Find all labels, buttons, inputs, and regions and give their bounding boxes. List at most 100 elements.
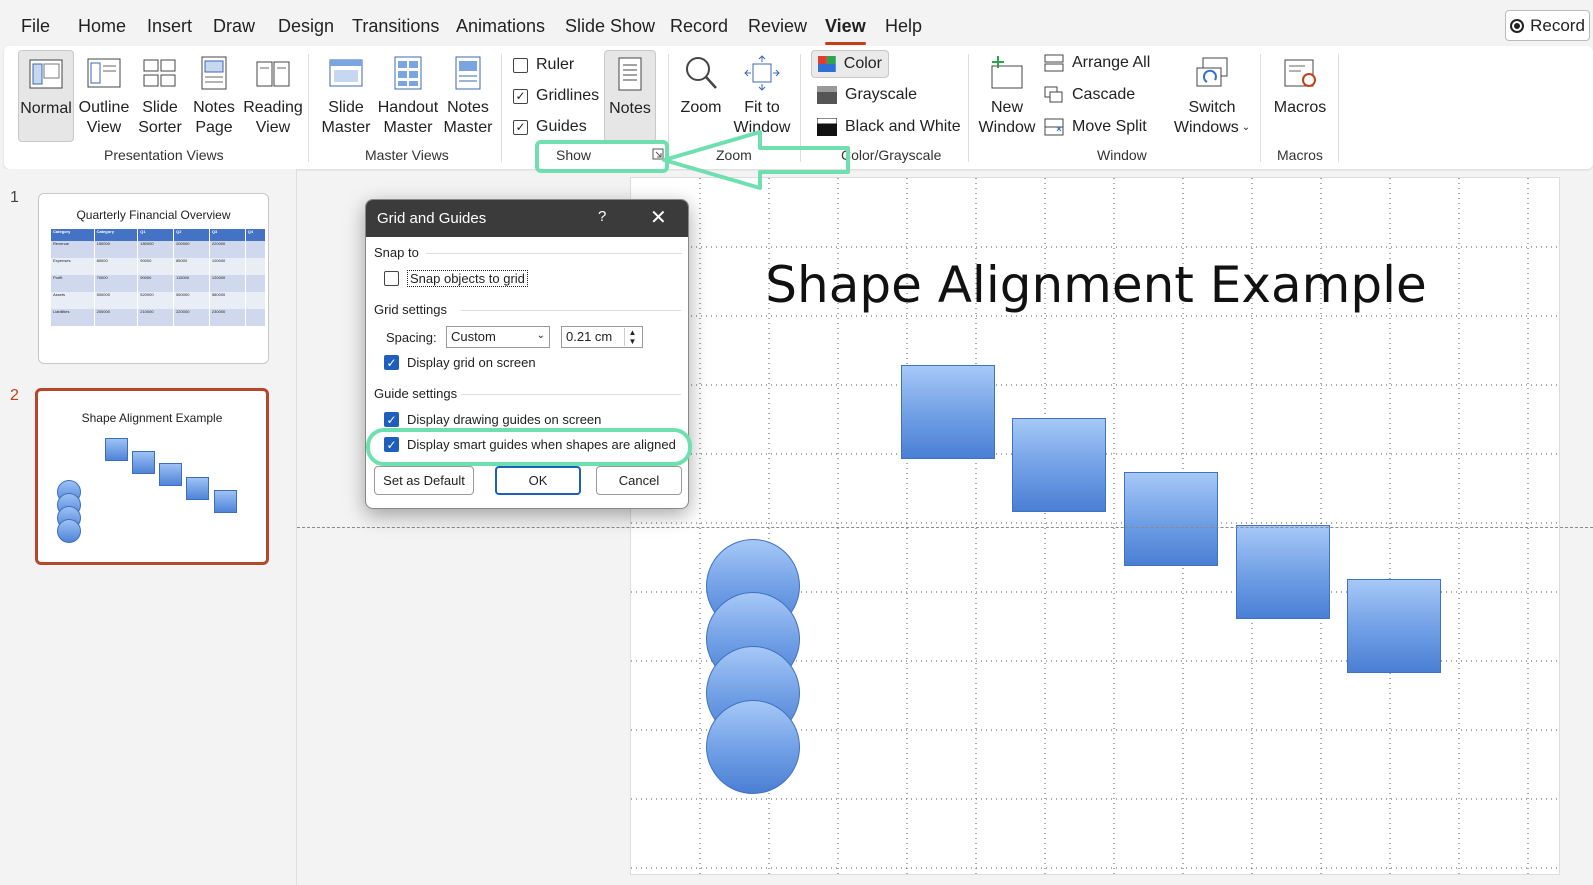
ruler-checkbox-box — [513, 57, 528, 73]
table-cell: 220000 — [209, 241, 246, 258]
chevron-down-icon: ⌄ — [1241, 122, 1251, 133]
spacing-dropdown[interactable]: Custom ⌄ — [446, 326, 550, 348]
ruler-checkbox[interactable]: Ruler — [513, 56, 574, 74]
display-drawing-guides-label: Display drawing guides on screen — [407, 412, 602, 427]
notes-master-icon — [455, 56, 481, 90]
normal-view-button[interactable]: Normal — [18, 50, 74, 142]
menu-file[interactable]: File — [21, 16, 50, 37]
menu-home[interactable]: Home — [78, 16, 126, 37]
display-grid-checkbox[interactable]: ✓ Display grid on screen — [384, 355, 536, 370]
macros-button[interactable]: Macros — [1270, 50, 1330, 142]
close-icon[interactable]: ✕ — [650, 205, 667, 230]
slide-sorter-icon — [143, 59, 176, 87]
slide-number-1: 1 — [10, 189, 19, 206]
macros-icon — [1284, 59, 1316, 87]
outline-view-button[interactable]: Outline View — [76, 50, 132, 142]
display-grid-label: Display grid on screen — [407, 355, 536, 370]
table-header-cell: Category — [94, 229, 139, 241]
menu-slide-show[interactable]: Slide Show — [565, 16, 655, 37]
shape-square-1[interactable] — [901, 365, 995, 459]
table-row: Liabilities 200000 210000 220000 230000 — [51, 309, 267, 326]
notes-master-label-1: Notes — [447, 99, 489, 116]
thumbnail-2-title: Shape Alignment Example — [81, 411, 223, 425]
shape-square-5[interactable] — [1347, 579, 1441, 673]
menu-design[interactable]: Design — [278, 16, 334, 37]
notes-master-label-2: Master — [443, 119, 493, 136]
slide-thumbnail-1[interactable]: Quarterly Financial Overview Category Ca… — [38, 193, 269, 364]
help-icon[interactable]: ? — [598, 208, 606, 225]
table-cell — [245, 292, 267, 309]
slide-master-button[interactable]: Slide Master — [318, 50, 374, 142]
switch-windows-button[interactable]: Switch Windows ⌄ — [1172, 50, 1252, 142]
display-grid-checkbox-box: ✓ — [384, 355, 399, 370]
color-button[interactable]: Color — [811, 50, 889, 78]
cascade-button[interactable]: Cascade — [1044, 86, 1135, 104]
shape-circle-4[interactable] — [706, 700, 800, 794]
table-cell: 550000 — [173, 292, 210, 309]
table-cell: 520000 — [137, 292, 175, 309]
guides-checkbox[interactable]: ✓ Guides — [513, 118, 587, 136]
gridlines-label: Gridlines — [536, 87, 600, 104]
spacing-stepper[interactable]: 0.21 cm ▲ ▼ — [561, 326, 643, 348]
menu-animations[interactable]: Animations — [456, 16, 545, 37]
table-cell — [245, 275, 267, 292]
shape-square-2[interactable] — [1012, 418, 1106, 512]
shape-square-3[interactable] — [1124, 472, 1218, 566]
ribbon-separator — [1260, 54, 1261, 162]
menu-draw[interactable]: Draw — [213, 16, 255, 37]
menu-insert[interactable]: Insert — [147, 16, 192, 37]
guides-label: Guides — [536, 118, 587, 135]
snap-objects-checkbox[interactable]: Snap objects to grid — [384, 270, 528, 287]
menu-record[interactable]: Record — [670, 16, 728, 37]
record-button[interactable]: Record — [1505, 10, 1590, 41]
gridlines-checkbox-box: ✓ — [513, 88, 528, 104]
table-cell: 210000 — [137, 309, 175, 326]
dialog-title: Grid and Guides — [377, 210, 487, 227]
menu-review[interactable]: Review — [748, 16, 807, 37]
ribbon-separator — [1338, 54, 1339, 162]
notes-button[interactable]: Notes — [604, 50, 656, 142]
cancel-button[interactable]: Cancel — [596, 466, 682, 495]
table-header-row: Category Category Q1 Q2 Q3 Q4 — [51, 229, 267, 241]
slide-title[interactable]: Shape Alignment Example — [631, 256, 1561, 314]
slide-canvas[interactable]: Shape Alignment Example — [630, 177, 1561, 876]
notes-master-button[interactable]: Notes Master — [440, 50, 496, 142]
menu-transitions[interactable]: Transitions — [352, 16, 439, 37]
guide-settings-heading: Guide settings — [374, 386, 458, 401]
table-header-cell: Q3 — [209, 229, 246, 241]
reading-view-button[interactable]: Reading View — [242, 50, 304, 142]
slide-sorter-button[interactable]: Slide Sorter — [134, 50, 186, 142]
table-cell: 90000 — [137, 275, 175, 292]
ruler-label: Ruler — [536, 56, 575, 73]
gridlines-checkbox[interactable]: ✓ Gridlines — [513, 87, 599, 105]
fit-to-window-icon — [744, 55, 780, 91]
outline-view-label-2: View — [86, 119, 122, 136]
horizontal-drawing-guide[interactable] — [297, 527, 1593, 528]
new-window-label-2: Window — [978, 119, 1036, 136]
group-label-macros: Macros — [1277, 147, 1323, 163]
menu-view[interactable]: View — [825, 16, 866, 45]
grayscale-button[interactable]: Grayscale — [817, 86, 917, 104]
reading-view-label-2: View — [255, 119, 291, 136]
table-cell: 120000 — [209, 275, 246, 292]
stepper-arrows-icon[interactable]: ▲ ▼ — [624, 328, 640, 346]
new-window-button[interactable]: New Window — [976, 50, 1038, 142]
move-split-button[interactable]: Move Split — [1044, 118, 1147, 136]
menu-help[interactable]: Help — [885, 16, 922, 37]
table-row: Expenses 80000 90000 85000 100000 — [51, 258, 267, 275]
switch-windows-label-row: Windows ⌄ — [1174, 118, 1250, 138]
handout-master-button[interactable]: Handout Master — [376, 50, 440, 142]
ok-button[interactable]: OK — [495, 466, 581, 495]
reading-view-icon — [256, 61, 290, 87]
handout-master-label-1: Handout — [377, 99, 439, 116]
table-cell: Revenue — [51, 241, 95, 258]
set-as-default-button[interactable]: Set as Default — [374, 466, 474, 495]
table-cell: 70000 — [94, 275, 139, 292]
slide-thumbnail-2[interactable]: Shape Alignment Example — [35, 388, 269, 565]
thumbnail-1-table: Category Category Q1 Q2 Q3 Q4 Revenue 150… — [51, 229, 267, 326]
display-drawing-guides-checkbox[interactable]: ✓ Display drawing guides on screen — [384, 412, 601, 427]
arrange-all-button[interactable]: Arrange All — [1044, 54, 1150, 72]
record-icon — [1510, 18, 1525, 33]
shape-square-4[interactable] — [1236, 525, 1330, 619]
notes-page-button[interactable]: Notes Page — [188, 50, 240, 142]
